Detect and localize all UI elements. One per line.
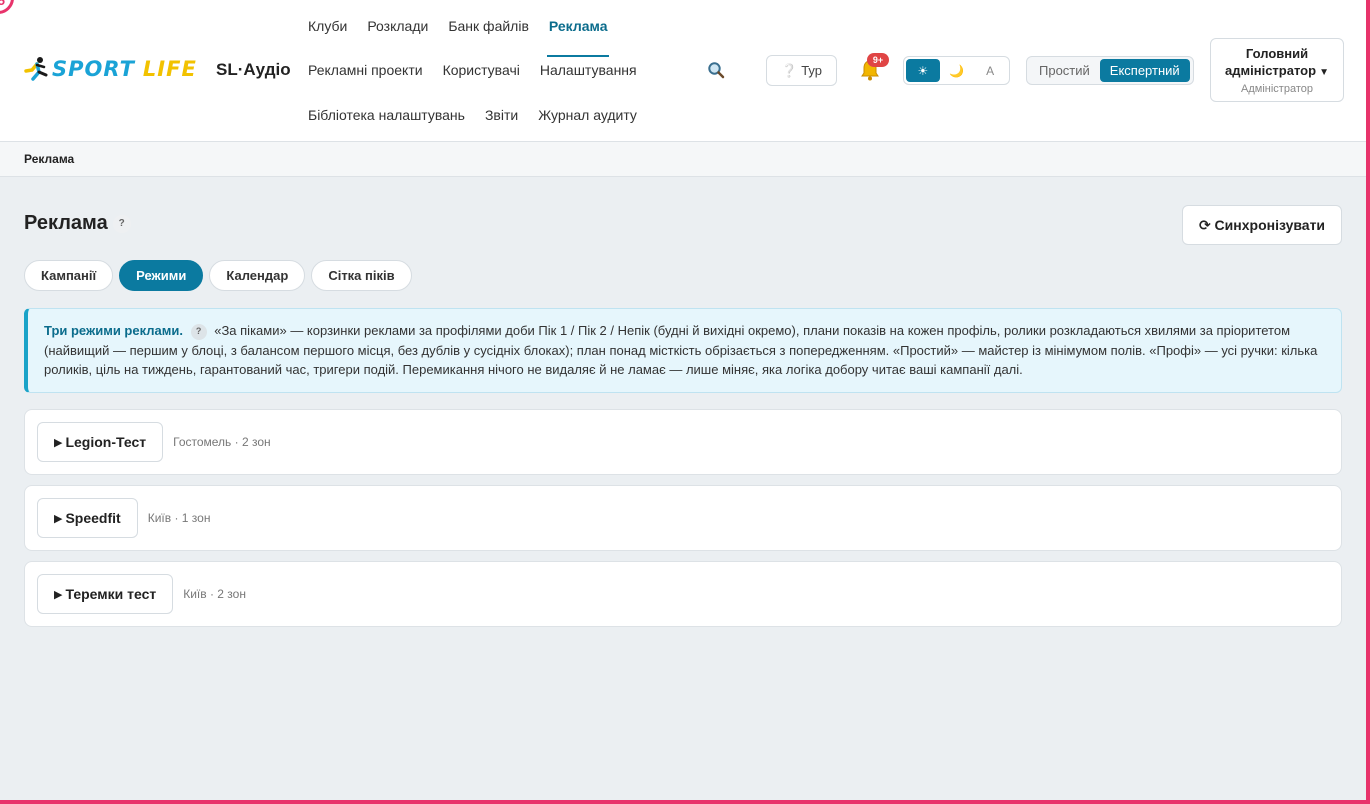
breadcrumb: Реклама — [0, 142, 1366, 177]
theme-auto-label: A — [986, 63, 995, 78]
window-frame-right — [1366, 0, 1370, 804]
tour-label: Тур — [801, 63, 822, 78]
window-frame-bottom — [0, 800, 1370, 804]
club-expand-button[interactable]: ▶ Теремки тест — [37, 574, 174, 614]
user-role: Адміністратор — [1241, 83, 1313, 95]
expand-triangle-icon: ▶ — [54, 588, 63, 601]
notification-count-badge: 9+ — [867, 53, 889, 67]
breadcrumb-current: Реклама — [24, 152, 75, 166]
nav-link-schedules[interactable]: Розклади — [367, 18, 428, 34]
club-name: Теремки тест — [65, 586, 157, 602]
page-title-text: Реклама — [24, 212, 108, 234]
moon-icon: 🌙 — [949, 63, 964, 78]
nav-link-users[interactable]: Користувачі — [443, 62, 520, 78]
sun-icon: ☀ — [917, 63, 929, 78]
club-meta: Гостомель · 2 зон — [173, 435, 271, 449]
app-name: SL·Аудіо — [216, 60, 291, 79]
theme-switcher: ☀ 🌙 A — [903, 56, 1010, 85]
info-title: Три режими реклами. — [44, 323, 183, 338]
main-nav-row-1: Клуби Розклади Банк файлів Реклама — [308, 14, 627, 57]
nav-link-settings-library[interactable]: Бібліотека налаштувань — [308, 107, 465, 123]
club-name: Speedfit — [65, 510, 121, 526]
main-nav-row-2: Рекламні проекти Користувачі Налаштуванн… — [308, 58, 657, 82]
tab-peak-grid[interactable]: Сітка піків — [311, 260, 412, 291]
mode-expert-option[interactable]: Експертний — [1099, 59, 1190, 82]
tab-campaigns[interactable]: Кампанії — [24, 260, 114, 291]
main-nav-row-3: Бібліотека налаштувань Звіти Журнал ауди… — [308, 103, 657, 127]
club-row: ▶ Теремки тест Київ · 2 зон — [24, 561, 1342, 627]
club-meta: Київ · 1 зон — [147, 511, 211, 525]
club-meta: Київ · 2 зон — [183, 587, 246, 601]
nav-link-settings[interactable]: Налаштування — [540, 62, 637, 78]
modes-info-box: Три режими реклами. ? «За піками» — корз… — [24, 308, 1342, 393]
theme-light-option[interactable]: ☀ — [906, 59, 940, 82]
top-header: 5 SPORT LIFE SL·Аудіо Клуби Розклади Бан… — [0, 0, 1366, 142]
logo-word-sport: SPORT — [52, 57, 135, 81]
nav-link-advertising[interactable]: Реклама — [546, 18, 610, 57]
club-row: ▶ Speedfit Київ · 1 зон — [24, 485, 1342, 551]
user-name-text: Головний адміністратор — [1225, 46, 1317, 78]
mode-switcher: Простий Експертний — [1026, 56, 1194, 85]
expand-triangle-icon: ▶ — [54, 436, 63, 449]
tour-button[interactable]: ❔ Тур — [766, 55, 837, 86]
tab-modes[interactable]: Режими — [119, 260, 204, 291]
search-button[interactable] — [704, 58, 728, 82]
theme-dark-option[interactable]: 🌙 — [940, 59, 974, 82]
runner-logo-icon — [24, 57, 48, 81]
nav-link-clubs[interactable]: Клуби — [308, 18, 347, 34]
logo-word-life: LIFE — [142, 57, 197, 81]
mode-simple-option[interactable]: Простий — [1029, 59, 1100, 82]
page-title: Реклама ? — [24, 212, 131, 235]
club-expand-button[interactable]: ▶ Speedfit — [37, 498, 138, 538]
help-icon[interactable]: ? — [112, 214, 131, 233]
nav-link-reports[interactable]: Звіти — [485, 107, 518, 123]
caret-down-icon: ▼ — [1319, 67, 1329, 78]
nav-link-file-bank[interactable]: Банк файлів — [448, 18, 529, 34]
user-name: Головний адміністратор ▼ — [1211, 45, 1343, 81]
user-menu[interactable]: Головний адміністратор ▼ Адміністратор — [1210, 38, 1344, 102]
info-help-icon[interactable]: ? — [190, 323, 207, 340]
club-row: ▶ Legion-Тест Гостомель · 2 зон — [24, 409, 1342, 475]
sport-life-logo[interactable]: SPORT LIFE — [22, 55, 197, 83]
search-icon — [708, 62, 725, 79]
theme-auto-option[interactable]: A — [973, 59, 1007, 82]
nav-link-ad-projects[interactable]: Рекламні проекти — [308, 62, 423, 78]
question-icon: ❔ — [781, 62, 798, 78]
club-expand-button[interactable]: ▶ Legion-Тест — [37, 422, 164, 462]
ad-tabs: Кампанії Режими Календар Сітка піків — [24, 260, 418, 291]
corner-badge: 5 — [0, 0, 14, 14]
club-name: Legion-Тест — [65, 434, 147, 450]
corner-badge-label: 5 — [0, 0, 5, 8]
expand-triangle-icon: ▶ — [54, 512, 63, 525]
nav-link-audit-log[interactable]: Журнал аудиту — [538, 107, 637, 123]
info-text: «За піками» — корзинки реклами за профіл… — [44, 323, 1318, 377]
sync-button[interactable]: ⟳ Синхронізувати — [1182, 205, 1342, 245]
tab-calendar[interactable]: Календар — [209, 260, 306, 291]
